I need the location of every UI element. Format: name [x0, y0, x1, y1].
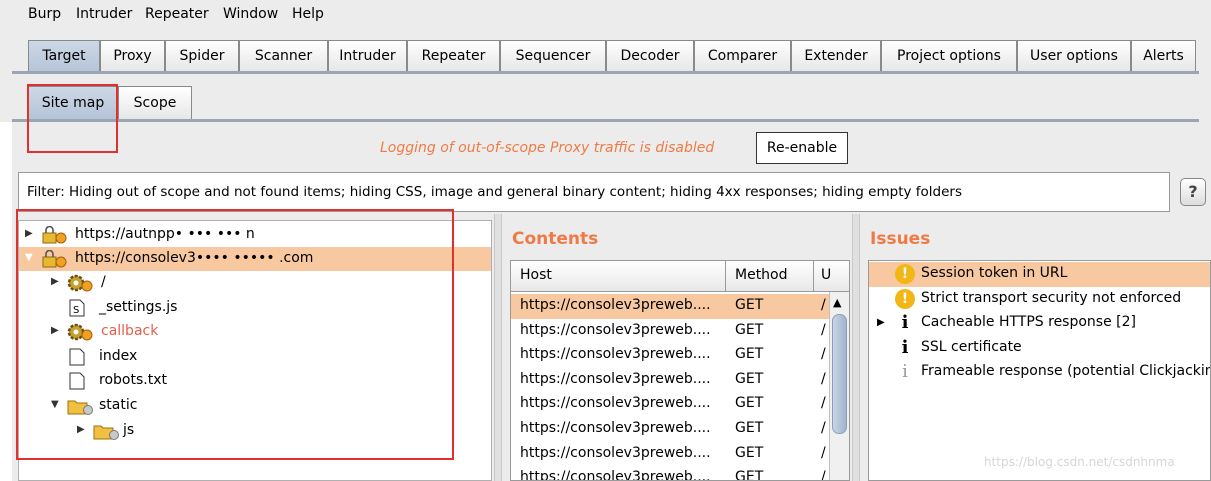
warning-icon: ! [895, 264, 915, 284]
contents-table: Host Method U https://consolev3preweb...… [510, 260, 850, 481]
row-host: https://consolev3preweb.... [520, 346, 711, 363]
issue-label: Cacheable HTTPS response [2] [921, 314, 1136, 331]
row-method: GET [735, 420, 764, 436]
row-host: https://consolev3preweb.... [520, 395, 711, 412]
tab-spider[interactable]: Spider [165, 40, 239, 72]
filter-bar[interactable]: Filter: Hiding out of scope and not foun… [18, 172, 1170, 212]
column-divider[interactable] [813, 261, 814, 291]
menu-repeater[interactable]: Repeater [145, 6, 209, 22]
contents-scrollbar[interactable]: ▲ [829, 292, 849, 480]
row-url: / [821, 420, 826, 436]
table-row[interactable]: https://consolev3preweb.... GET / [511, 466, 829, 481]
column-divider[interactable] [725, 261, 726, 291]
row-url: / [821, 321, 826, 338]
table-row[interactable]: https://consolev3preweb.... GET / [511, 368, 829, 393]
row-host: https://consolev3preweb.... [520, 370, 711, 387]
issue-row[interactable]: i Frameable response (potential Clickjac… [869, 360, 1211, 385]
menu-burp[interactable]: Burp [28, 6, 61, 22]
row-method: GET [735, 297, 764, 313]
row-url: / [821, 346, 826, 363]
annotation-highlight-sitemap-tab [27, 84, 118, 153]
expand-toggle[interactable]: ▶ [877, 317, 885, 328]
tab-decoder[interactable]: Decoder [606, 40, 694, 72]
warning-icon: ! [895, 288, 915, 309]
help-button[interactable]: ? [1180, 178, 1206, 206]
info-grey-icon: i [902, 361, 908, 383]
contents-title: Contents [512, 229, 599, 249]
table-row[interactable]: https://consolev3preweb.... GET / [511, 417, 829, 442]
table-row[interactable]: https://consolev3preweb.... GET / [511, 442, 829, 467]
tab-extender[interactable]: Extender [791, 40, 881, 72]
tab-project-options[interactable]: Project options [881, 40, 1017, 72]
scrollbar-thumb[interactable] [832, 314, 847, 434]
tab-alerts[interactable]: Alerts [1131, 40, 1196, 72]
row-host: https://consolev3preweb.... [520, 469, 711, 481]
re-enable-button[interactable]: Re-enable [756, 132, 848, 164]
row-host: https://consolev3preweb.... [520, 297, 711, 313]
issue-row[interactable]: i SSL certificate [869, 336, 1210, 361]
row-url: / [821, 370, 826, 387]
row-host: https://consolev3preweb.... [520, 444, 711, 461]
tab-intruder[interactable]: Intruder [328, 40, 407, 72]
tab-comparer[interactable]: Comparer [694, 40, 791, 72]
tab-repeater[interactable]: Repeater [407, 40, 500, 72]
column-url[interactable]: U [821, 267, 831, 283]
row-method: GET [735, 395, 764, 412]
row-url: / [821, 297, 826, 313]
info-icon: i [901, 336, 909, 358]
issue-label: Strict transport security not enforced [921, 289, 1182, 306]
menu-bar: Burp Intruder Repeater Window Help [0, 0, 1211, 30]
issue-row[interactable]: ! Session token in URL [869, 262, 1210, 287]
row-method: GET [735, 444, 764, 461]
row-url: / [821, 444, 826, 461]
sub-tab-bar: Site map Scope [0, 74, 1211, 122]
logging-disabled-message: Logging of out-of-scope Proxy traffic is… [380, 140, 715, 156]
row-method: GET [735, 321, 764, 338]
table-row[interactable]: https://consolev3preweb.... GET / [511, 392, 829, 417]
watermark: https://blog.csdn.net/csdnhnma [984, 455, 1175, 469]
column-method[interactable]: Method [735, 267, 788, 283]
issue-label: Frameable response (potential Clickjacki… [921, 363, 1211, 380]
row-method: GET [735, 346, 764, 363]
row-host: https://consolev3preweb.... [520, 321, 711, 338]
info-icon: i [901, 312, 909, 334]
row-method: GET [735, 370, 764, 387]
issues-title: Issues [870, 229, 931, 249]
row-url: / [821, 395, 826, 412]
tab-scope[interactable]: Scope [118, 86, 192, 120]
main-tab-bar: Target Proxy Spider Scanner Intruder Rep… [0, 30, 1211, 74]
issue-label: SSL certificate [921, 338, 1022, 355]
splitter-left[interactable] [494, 214, 502, 481]
column-host[interactable]: Host [520, 267, 552, 283]
menu-window[interactable]: Window [223, 6, 278, 22]
contents-table-header: Host Method U [511, 261, 849, 292]
row-method: GET [735, 469, 764, 481]
splitter-right[interactable] [852, 214, 860, 481]
issue-row[interactable]: ! Strict transport security not enforced [869, 287, 1210, 312]
tab-sequencer[interactable]: Sequencer [500, 40, 606, 72]
issue-row[interactable]: ▶ i Cacheable HTTPS response [2] [869, 311, 1210, 336]
row-host: https://consolev3preweb.... [520, 420, 711, 436]
tab-target[interactable]: Target [28, 40, 100, 74]
tab-user-options[interactable]: User options [1017, 40, 1131, 72]
row-url: / [821, 469, 826, 481]
table-row[interactable]: https://consolev3preweb.... GET / [511, 319, 829, 344]
annotation-highlight-tree [16, 209, 454, 460]
table-row[interactable]: https://consolev3preweb.... GET / [511, 294, 829, 319]
tab-scanner[interactable]: Scanner [239, 40, 328, 72]
menu-help[interactable]: Help [292, 6, 324, 22]
tab-proxy[interactable]: Proxy [100, 40, 165, 72]
scroll-up-icon[interactable]: ▲ [833, 296, 841, 309]
issue-label: Session token in URL [921, 265, 1068, 281]
issues-list: ! Session token in URL ! Strict transpor… [868, 260, 1211, 481]
menu-intruder[interactable]: Intruder [76, 6, 132, 22]
table-row[interactable]: https://consolev3preweb.... GET / [511, 343, 829, 368]
